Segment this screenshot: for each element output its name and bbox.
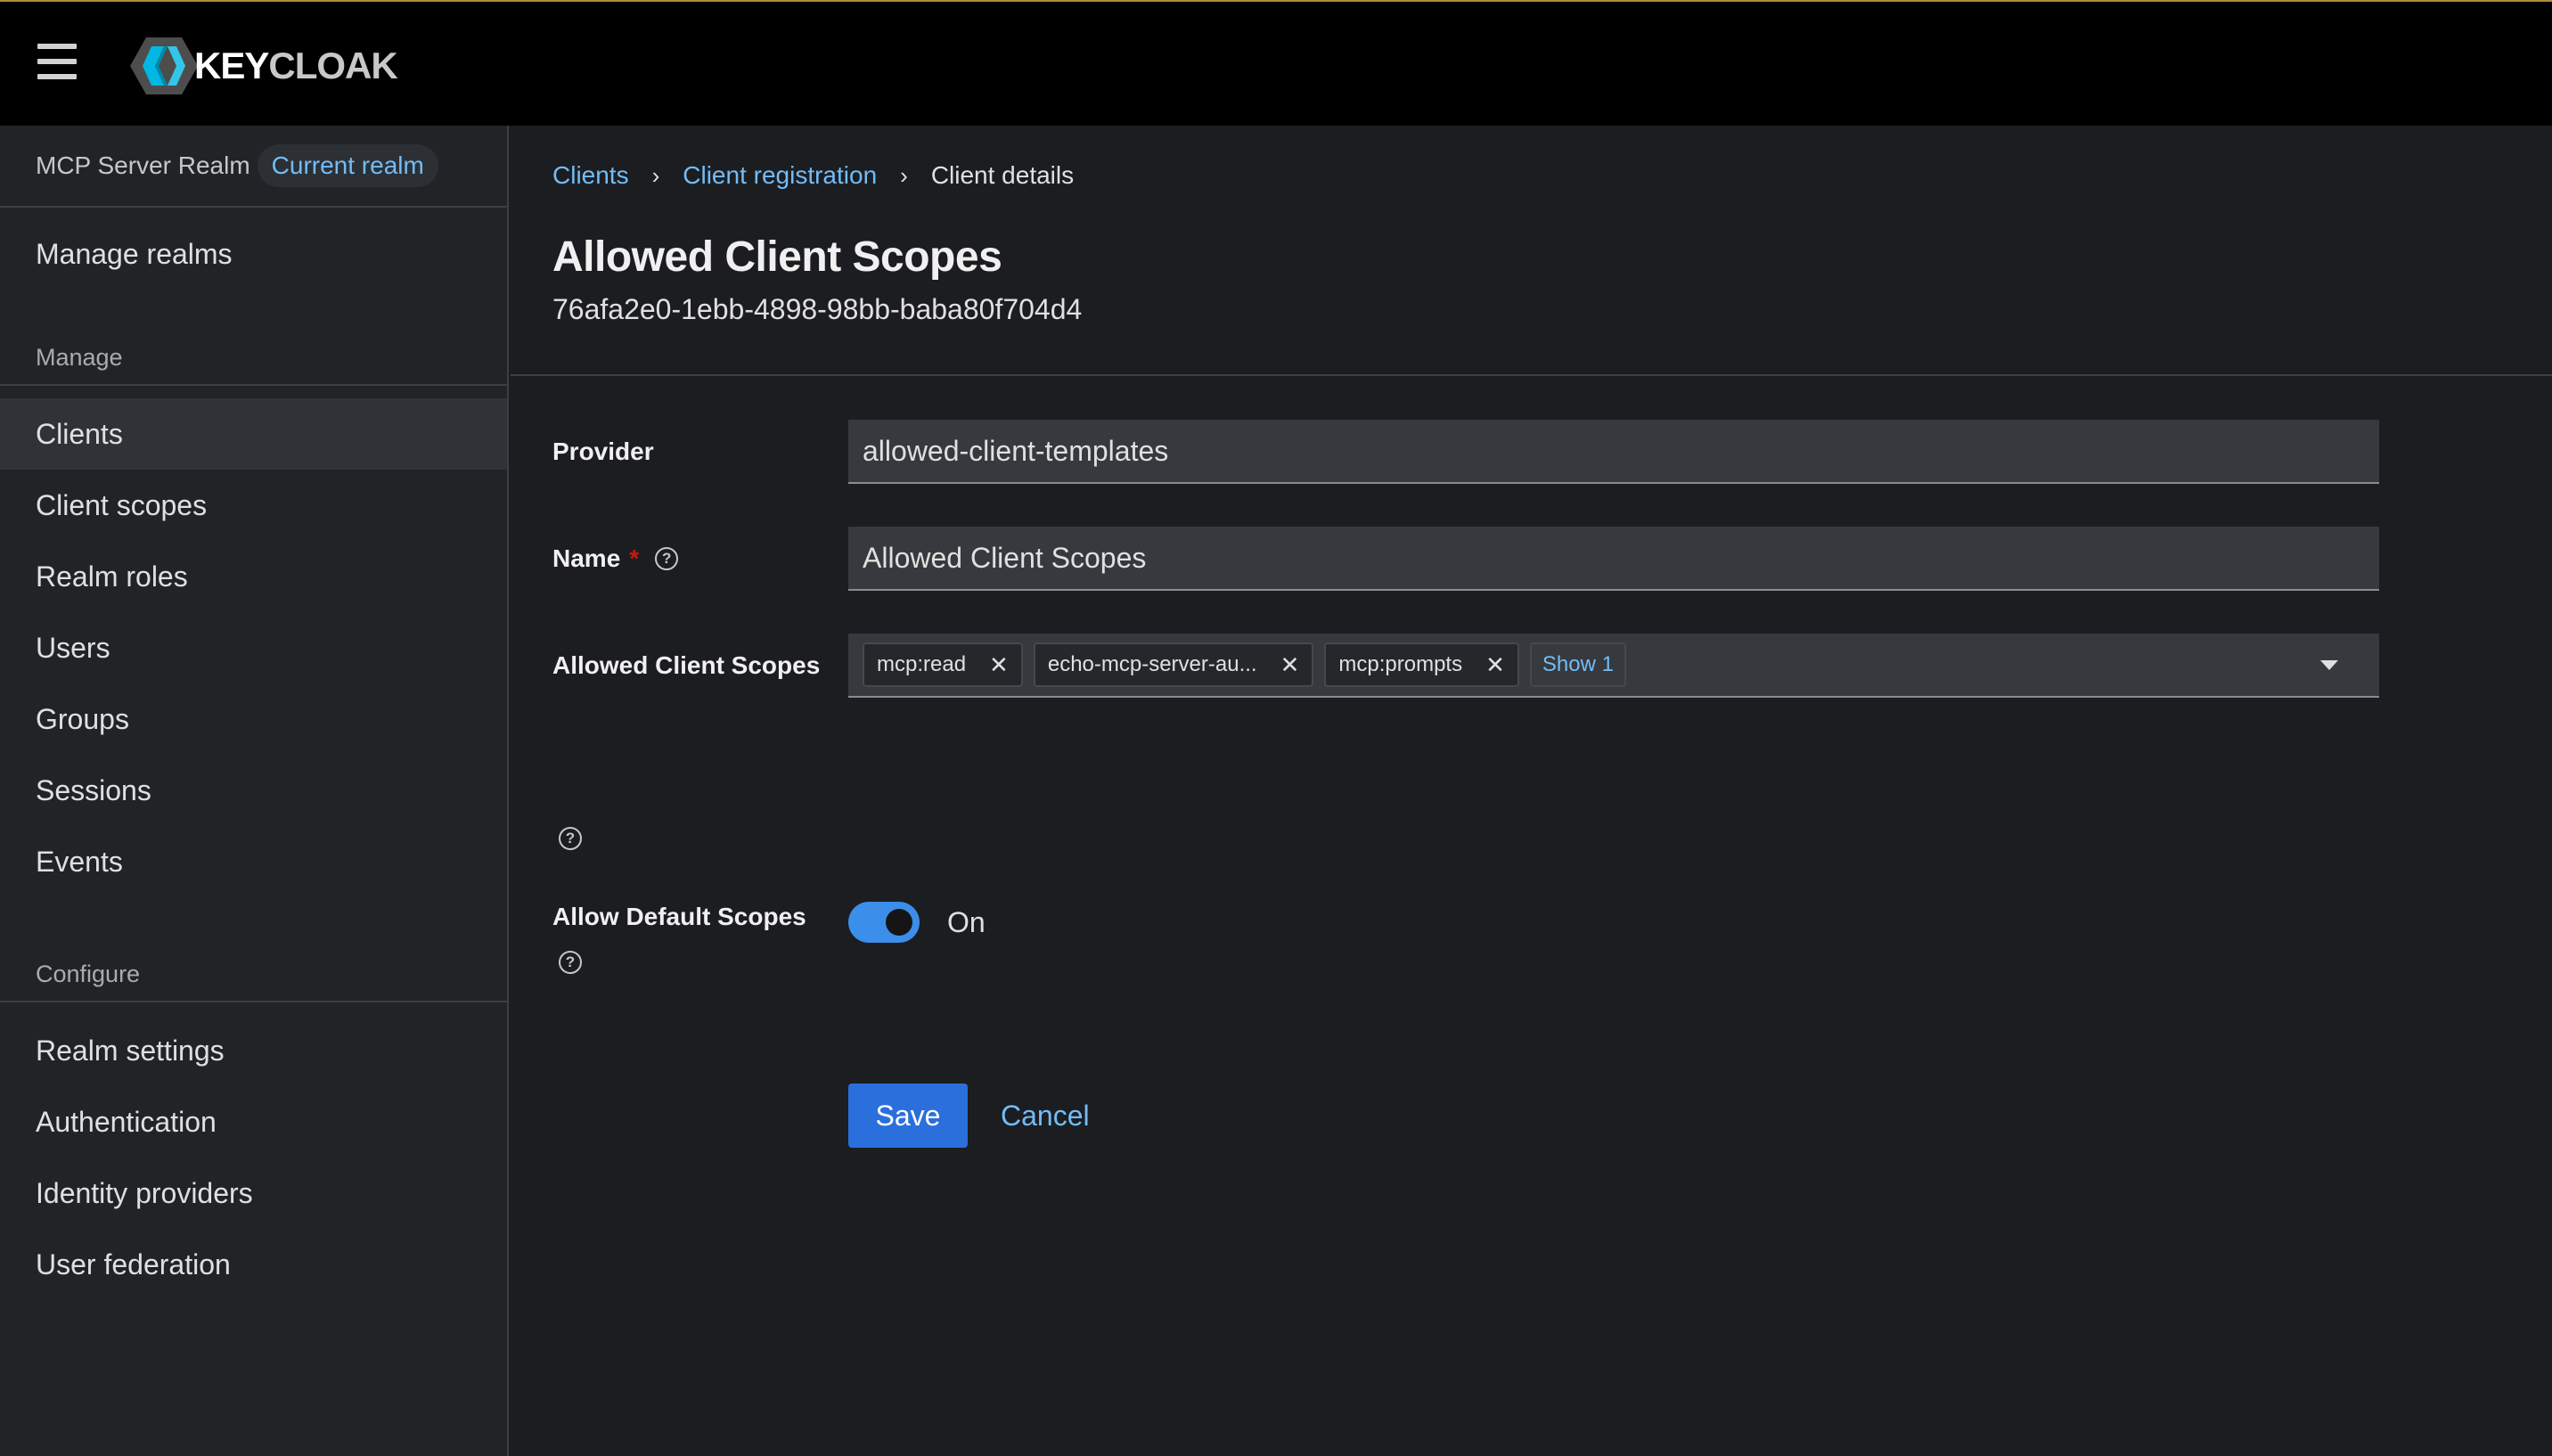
allowed-client-scopes-select[interactable]: mcp:read ✕ echo-mcp-server-au... ✕ mcp:p… bbox=[848, 634, 2379, 698]
sidebar-item-sessions[interactable]: Sessions bbox=[0, 755, 507, 826]
cancel-button[interactable]: Cancel bbox=[983, 1084, 1108, 1148]
save-button[interactable]: Save bbox=[848, 1084, 968, 1148]
divider bbox=[0, 384, 507, 386]
keycloak-logo[interactable]: KEYCLOAK bbox=[128, 34, 398, 98]
current-realm-badge: Current realm bbox=[257, 144, 438, 187]
breadcrumb-client-details: Client details bbox=[930, 161, 1075, 189]
close-icon[interactable]: ✕ bbox=[1280, 653, 1300, 676]
chevron-right-icon: › bbox=[651, 161, 660, 189]
toggle-knob bbox=[886, 909, 912, 936]
hamburger-menu-icon[interactable] bbox=[37, 44, 77, 79]
allowed-client-scopes-label: Allowed Client Scopes bbox=[552, 651, 821, 679]
sidebar-item-realm-roles[interactable]: Realm roles bbox=[0, 541, 507, 612]
scope-chip-label: mcp:prompts bbox=[1338, 652, 1463, 676]
sidebar-section-configure: Configure bbox=[36, 960, 141, 987]
allow-default-scopes-label: Allow Default Scopes bbox=[552, 903, 806, 930]
keycloak-logo-icon bbox=[130, 37, 198, 94]
name-label-group: Name * ? bbox=[552, 544, 679, 573]
sidebar-item-identity-providers[interactable]: Identity providers bbox=[0, 1157, 507, 1229]
provider-input[interactable] bbox=[848, 420, 2379, 484]
sidebar-item-user-federation[interactable]: User federation bbox=[0, 1229, 507, 1300]
help-icon[interactable]: ? bbox=[559, 951, 582, 974]
close-icon[interactable]: ✕ bbox=[989, 653, 1009, 676]
caret-down-icon[interactable] bbox=[2320, 659, 2338, 670]
sidebar-item-realm-settings[interactable]: Realm settings bbox=[0, 1015, 507, 1086]
scope-chip-label: echo-mcp-server-au... bbox=[1047, 652, 1257, 676]
provider-label: Provider bbox=[552, 438, 654, 465]
keycloak-wordmark: KEYCLOAK bbox=[194, 45, 398, 86]
help-icon[interactable]: ? bbox=[655, 547, 679, 570]
help-icon[interactable]: ? bbox=[559, 827, 582, 850]
divider bbox=[0, 1001, 507, 1002]
required-marker: * bbox=[629, 544, 640, 572]
breadcrumb: Clients › Client registration › Client d… bbox=[552, 161, 1074, 190]
page-title: Allowed Client Scopes bbox=[552, 233, 1002, 281]
divider bbox=[511, 374, 2552, 376]
show-more-chips-button[interactable]: Show 1 bbox=[1529, 642, 1626, 687]
scope-chip: mcp:read ✕ bbox=[863, 642, 1023, 687]
sidebar-item-client-scopes[interactable]: Client scopes bbox=[0, 470, 507, 541]
sidebar-item-clients[interactable]: Clients bbox=[0, 398, 507, 470]
scope-chip-label: mcp:read bbox=[877, 652, 967, 676]
realm-selector[interactable]: MCP Server Realm Current realm bbox=[0, 126, 507, 208]
sidebar-item-events[interactable]: Events bbox=[0, 826, 507, 897]
toggle-state-label: On bbox=[947, 906, 986, 938]
name-input[interactable] bbox=[848, 527, 2379, 591]
close-icon[interactable]: ✕ bbox=[1485, 653, 1505, 676]
sidebar-section-manage: Manage bbox=[36, 343, 123, 371]
masthead: KEYCLOAK bbox=[0, 0, 2552, 126]
scope-chip: mcp:prompts ✕ bbox=[1324, 642, 1519, 687]
sidebar-item-manage-realms[interactable]: Manage realms bbox=[0, 218, 507, 290]
page-subtitle: 76afa2e0-1ebb-4898-98bb-baba80f704d4 bbox=[552, 293, 1083, 325]
allow-default-scopes-toggle[interactable] bbox=[848, 902, 920, 943]
realm-name: MCP Server Realm bbox=[36, 151, 250, 179]
chevron-right-icon: › bbox=[900, 161, 908, 189]
breadcrumb-clients[interactable]: Clients bbox=[552, 161, 629, 190]
sidebar-item-authentication[interactable]: Authentication bbox=[0, 1086, 507, 1157]
sidebar-item-groups[interactable]: Groups bbox=[0, 683, 507, 755]
scope-chip: echo-mcp-server-au... ✕ bbox=[1033, 642, 1314, 687]
main-content: Clients › Client registration › Client d… bbox=[511, 126, 2552, 1456]
sidebar-item-users[interactable]: Users bbox=[0, 612, 507, 683]
sidebar: MCP Server Realm Current realm Manage re… bbox=[0, 126, 509, 1456]
breadcrumb-client-registration[interactable]: Client registration bbox=[683, 161, 877, 190]
name-label: Name bbox=[552, 544, 621, 572]
